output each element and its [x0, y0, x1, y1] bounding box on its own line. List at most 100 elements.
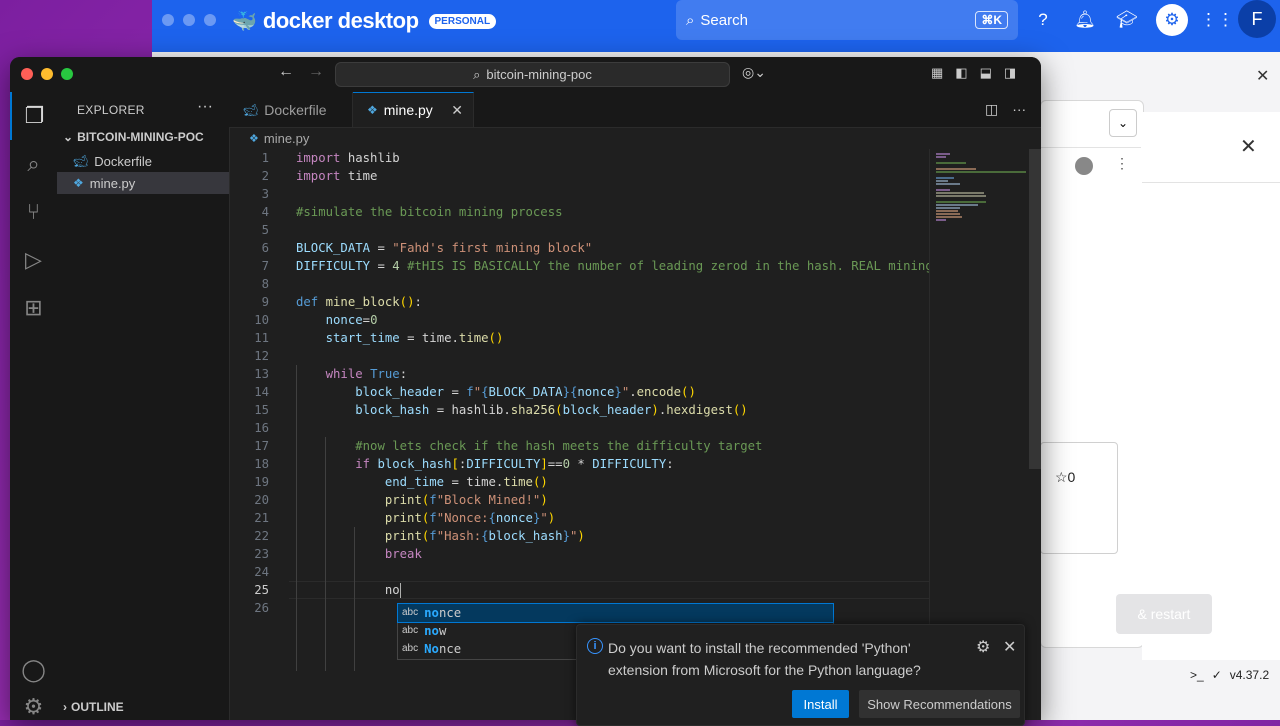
terminal-icon[interactable]: >_ — [1190, 668, 1204, 682]
breadcrumb-file: mine.py — [263, 130, 310, 146]
close-tab-icon[interactable]: ✕ — [451, 102, 463, 119]
suggestion-match: no — [424, 606, 439, 620]
suggestion-match: no — [424, 624, 439, 638]
suggestion-rest: nce — [438, 606, 462, 620]
toggle-panel-icon[interactable]: ⬓ — [980, 65, 992, 81]
split-editor-icon[interactable]: ◫ — [985, 101, 998, 118]
account-icon[interactable]: ◯ — [10, 646, 57, 694]
code-line: if block_hash[:DIFFICULTY]==0 * DIFFICUL… — [355, 457, 674, 471]
text-kind-icon: abc — [402, 643, 419, 654]
docker-window-controls[interactable] — [162, 14, 216, 26]
file-item-mine-py[interactable]: ❖ mine.py — [57, 172, 229, 194]
panel-avatar — [1075, 157, 1093, 175]
line-number: 3 — [261, 187, 269, 201]
scrollbar-thumb[interactable] — [1029, 149, 1041, 469]
info-icon: i — [587, 638, 603, 654]
line-number: 12 — [254, 349, 269, 363]
docker-close-icon[interactable]: ✕ — [1256, 66, 1269, 86]
code-line: import time — [296, 169, 378, 183]
minimize-window-button[interactable] — [41, 68, 53, 80]
divider — [1142, 182, 1280, 183]
suggestion-match: No — [424, 642, 439, 656]
python-file-icon: ❖ — [249, 132, 259, 145]
extensions-icon[interactable]: ⊞ — [10, 284, 57, 332]
line-number-row: 24 — [229, 563, 929, 581]
code-line: print(f"Hash:{block_hash}") — [384, 529, 585, 543]
docker-status-bar: >_ ✓ v4.37.2 — [1142, 660, 1280, 690]
editor-scrollbar[interactable] — [1029, 149, 1041, 720]
search-icon: ⌕ — [473, 66, 481, 82]
notification-close-icon[interactable]: ✕ — [1003, 637, 1016, 657]
star-count: ☆0 — [1055, 469, 1076, 485]
search-icon[interactable]: ⌕ — [10, 140, 57, 188]
code-line: DIFFICULTY = 4 #tHIS IS BASICALLY the nu… — [296, 259, 933, 273]
code-line: end_time = time.time() — [384, 475, 548, 489]
manage-gear-icon[interactable]: ⚙ — [10, 694, 57, 720]
suggestion-item[interactable]: abc nonce — [397, 603, 834, 623]
check-icon: ✓ — [1211, 668, 1222, 682]
workspace-folder[interactable]: ⌄ BITCOIN-MINING-POC — [63, 130, 204, 144]
vscode-titlebar: ← → ⌕ bitcoin-mining-poc ◎⌄ ▦ ◧ ⬓ ◨ — [10, 57, 1041, 93]
tab-dockerfile[interactable]: 🐋︎ Dockerfile — [229, 92, 353, 127]
bell-icon[interactable]: 🔔︎ — [1072, 4, 1098, 36]
file-label: Dockerfile — [94, 153, 153, 169]
layout-customize-icon[interactable]: ▦ — [931, 65, 943, 81]
close-window-button[interactable] — [21, 68, 33, 80]
editor-tabs: 🐋︎ Dockerfile ❖ mine.py ✕ ◫ ··· — [229, 92, 1041, 128]
user-avatar[interactable]: F — [1238, 0, 1276, 38]
docker-logo-text: docker desktop — [262, 8, 419, 33]
notification-message: Do you want to install the recommended '… — [608, 640, 921, 678]
show-recommendations-button[interactable]: Show Recommendations — [859, 690, 1020, 718]
file-item-dockerfile[interactable]: 🐋︎ Dockerfile — [57, 150, 229, 172]
line-number: 26 — [254, 601, 269, 615]
code-line: print(f"Block Mined!") — [384, 493, 548, 507]
zoom-window-button[interactable] — [61, 68, 73, 80]
search-icon: ⌕ — [686, 11, 695, 29]
code-line: nonce=0 — [325, 313, 378, 327]
copilot-icon[interactable]: ◎⌄ — [742, 64, 766, 81]
code-line: BLOCK_DATA = "Fahd's first mining block" — [296, 241, 593, 255]
text-kind-icon: abc — [402, 607, 419, 618]
chevron-right-icon: › — [63, 700, 67, 714]
chevron-down-icon: ⌄ — [63, 130, 74, 144]
docker-search-bar[interactable]: ⌕ Search ⌘K — [676, 0, 1018, 40]
folder-label: BITCOIN-MINING-POC — [77, 130, 204, 144]
more-actions-icon[interactable]: ··· — [197, 98, 213, 116]
breadcrumb[interactable]: ❖ mine.py — [229, 127, 929, 149]
learn-icon[interactable]: 🎓︎ — [1114, 4, 1140, 36]
install-button[interactable]: Install — [792, 690, 849, 718]
line-number-row: 12 — [229, 347, 929, 365]
command-center-label: bitcoin-mining-poc — [486, 67, 592, 82]
dialog-close-icon[interactable]: ✕ — [1240, 134, 1257, 159]
outline-section[interactable]: › OUTLINE — [63, 700, 124, 714]
code-line: #now lets check if the hash meets the di… — [355, 439, 763, 453]
help-icon[interactable]: ? — [1030, 4, 1056, 36]
code-line: block_header = f"{BLOCK_DATA}{nonce}".en… — [355, 385, 696, 399]
toggle-secondary-sidebar-icon[interactable]: ◨ — [1004, 65, 1016, 81]
apps-grid-icon[interactable]: ⋮⋮ — [1200, 4, 1234, 36]
settings-gear-icon[interactable]: ⚙ — [1156, 4, 1188, 36]
text-kind-icon: abc — [402, 625, 419, 636]
code-line: print(f"Nonce:{nonce}") — [384, 511, 556, 525]
source-control-icon[interactable]: ⑂ — [10, 188, 57, 236]
repo-card[interactable]: ☆0 — [1040, 442, 1118, 554]
python-file-icon: ❖ — [367, 103, 378, 117]
code-line: import hashlib — [296, 151, 400, 165]
explorer-files-icon[interactable]: ❐ — [10, 92, 57, 140]
python-file-icon: ❖ — [73, 176, 84, 190]
apply-restart-button[interactable]: & restart — [1116, 594, 1212, 634]
docker-file-icon: 🐋︎ — [243, 102, 259, 117]
notification-settings-gear-icon[interactable]: ⚙ — [976, 637, 990, 657]
back-arrow-icon[interactable]: ← — [278, 63, 294, 81]
toggle-sidebar-icon[interactable]: ◧ — [955, 65, 967, 81]
tab-mine-py[interactable]: ❖ mine.py ✕ — [353, 92, 474, 127]
code-line: start_time = time.time() — [325, 331, 504, 345]
line-number-row: 16 — [229, 419, 929, 437]
chevron-down-icon[interactable]: ⌄ — [1109, 109, 1137, 137]
more-vertical-icon[interactable]: ⋮ — [1115, 155, 1129, 172]
more-actions-icon[interactable]: ··· — [1012, 101, 1026, 118]
command-center[interactable]: ⌕ bitcoin-mining-poc — [335, 62, 730, 87]
outline-label: OUTLINE — [71, 700, 124, 714]
forward-arrow-icon[interactable]: → — [308, 63, 324, 81]
run-debug-icon[interactable]: ▷ — [10, 236, 57, 284]
